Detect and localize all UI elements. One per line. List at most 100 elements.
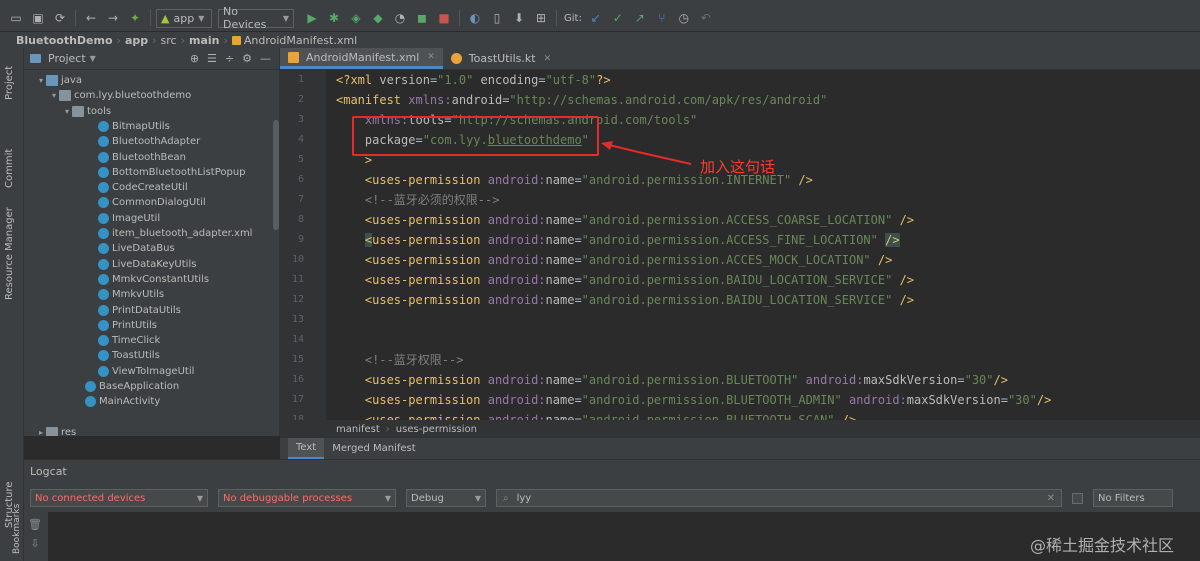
avd-manager-icon[interactable]: ▯ xyxy=(487,8,507,28)
tree-item[interactable] xyxy=(24,410,279,425)
git-push-icon[interactable]: ↗ xyxy=(630,8,650,28)
tree-item[interactable]: ImageUtil xyxy=(24,211,279,226)
sdk-manager-icon[interactable]: ⬇ xyxy=(509,8,529,28)
gradle-sync-icon[interactable]: ◐ xyxy=(465,8,485,28)
history-clock-icon[interactable]: ◷ xyxy=(674,8,694,28)
crumb-item[interactable]: manifest xyxy=(336,424,380,435)
tree-item[interactable]: PrintDataUtils xyxy=(24,303,279,318)
tree-item[interactable]: TimeClick xyxy=(24,333,279,348)
git-commit-icon[interactable]: ✓ xyxy=(608,8,628,28)
rollback-icon[interactable]: ↶ xyxy=(696,8,716,28)
tree-item[interactable]: ▾ java xyxy=(24,73,279,88)
tab-android-manifest[interactable]: AndroidManifest.xml ✕ xyxy=(280,48,443,69)
clear-icon[interactable]: ✕ xyxy=(1047,493,1055,504)
debug-icon[interactable]: ✱ xyxy=(324,8,344,28)
log-level-dropdown[interactable]: Debug ▼ xyxy=(406,489,486,507)
tab-merged-manifest[interactable]: Merged Manifest xyxy=(324,438,423,459)
filters-dropdown[interactable]: No Filters xyxy=(1093,489,1173,507)
tree-item[interactable]: LiveDataKeyUtils xyxy=(24,257,279,272)
tree-item[interactable]: BluetoothBean xyxy=(24,150,279,165)
back-arrow-icon[interactable]: ← xyxy=(81,8,101,28)
code-line[interactable]: <uses-permission android:name="android.p… xyxy=(336,230,900,250)
tree-item[interactable]: ▾ com.lyy.bluetoothdemo xyxy=(24,88,279,103)
code-line[interactable]: <!--蓝牙权限--> xyxy=(336,350,464,370)
build-hammer-icon[interactable]: ✦ xyxy=(125,8,145,28)
code-line[interactable]: <uses-permission android:name="android.p… xyxy=(336,270,914,290)
sync-icon[interactable]: ⟳ xyxy=(50,8,70,28)
expand-arrow-icon[interactable]: ▾ xyxy=(49,91,59,100)
coverage-icon[interactable]: ◈ xyxy=(346,8,366,28)
code-line[interactable]: <uses-permission android:name="android.p… xyxy=(336,390,1051,410)
run-icon[interactable]: ▶ xyxy=(302,8,322,28)
expand-arrow-icon[interactable]: ▾ xyxy=(36,76,46,85)
breadcrumb-item[interactable]: app xyxy=(125,34,152,47)
git-branch-icon[interactable]: ⑂ xyxy=(652,8,672,28)
code-line[interactable]: <uses-permission android:name="android.p… xyxy=(336,250,892,270)
run-config-selector[interactable]: ▲ app ▼ xyxy=(156,8,212,28)
git-update-icon[interactable]: ↙ xyxy=(586,8,606,28)
process-dropdown[interactable]: No debuggable processes ▼ xyxy=(218,489,396,507)
tool-tab-resource-manager[interactable]: Resource Manager xyxy=(4,207,15,300)
chevron-down-icon[interactable]: ▼ xyxy=(90,54,96,63)
project-panel-title[interactable]: Project xyxy=(48,52,86,65)
tree-item[interactable]: BluetoothAdapter xyxy=(24,134,279,149)
tree-item[interactable]: ToastUtils xyxy=(24,348,279,363)
code-line[interactable]: <uses-permission android:name="android.p… xyxy=(336,410,856,420)
tree-item[interactable]: ▸ res xyxy=(24,425,279,436)
tab-text[interactable]: Text xyxy=(288,438,325,459)
tree-item[interactable]: BaseApplication xyxy=(24,379,279,394)
tree-item[interactable]: CodeCreateUtil xyxy=(24,180,279,195)
device-dropdown[interactable]: No connected devices ▼ xyxy=(30,489,208,507)
tree-item[interactable]: BottomBluetoothListPopup xyxy=(24,165,279,180)
save-icon[interactable]: ▣ xyxy=(28,8,48,28)
regex-checkbox[interactable] xyxy=(1072,492,1083,504)
code-line[interactable]: <uses-permission android:name="android.p… xyxy=(336,370,1008,390)
scroll-to-end-icon[interactable]: ⇩ xyxy=(30,537,39,550)
android-debug-icon[interactable]: ◆ xyxy=(368,8,388,28)
collapse-all-icon[interactable]: ☰ xyxy=(207,52,217,65)
breadcrumb-item[interactable]: AndroidManifest.xml xyxy=(244,34,361,47)
tree-item[interactable]: BitmapUtils xyxy=(24,119,279,134)
tool-tab-commit[interactable]: Commit xyxy=(4,149,15,188)
device-selector[interactable]: No Devices ▼ xyxy=(218,5,294,31)
close-icon[interactable]: ✕ xyxy=(427,52,435,62)
logcat-output[interactable] xyxy=(48,512,1200,561)
crumb-item[interactable]: uses-permission xyxy=(396,424,477,435)
stop-icon[interactable]: ■ xyxy=(434,8,454,28)
add-icon[interactable]: ⊕ xyxy=(190,52,199,65)
tree-item[interactable]: MainActivity xyxy=(24,394,279,409)
code-line[interactable]: <uses-permission android:name="android.p… xyxy=(336,290,914,310)
code-line[interactable]: <!--蓝牙必须的权限--> xyxy=(336,190,500,210)
gear-icon[interactable]: ⚙ xyxy=(242,52,252,65)
expand-arrow-icon[interactable]: ▾ xyxy=(62,107,72,116)
tree-scrollbar[interactable] xyxy=(273,120,279,230)
tree-item[interactable]: CommonDialogUtil xyxy=(24,195,279,210)
forward-arrow-icon[interactable]: → xyxy=(103,8,123,28)
tree-item[interactable]: ViewToImageUtil xyxy=(24,364,279,379)
tree-item[interactable]: ▾ tools xyxy=(24,104,279,119)
collapse-arrow-icon[interactable]: ▸ xyxy=(36,428,46,436)
tool-tab-project[interactable]: Project xyxy=(4,66,15,100)
breadcrumb-item[interactable]: BluetoothDemo xyxy=(16,34,117,47)
logcat-search-field[interactable]: ⌕ lyy ✕ xyxy=(496,489,1062,507)
code-line[interactable]: <uses-permission android:name="android.p… xyxy=(336,210,914,230)
tree-item[interactable]: MmkvConstantUtils xyxy=(24,272,279,287)
close-icon[interactable]: ✕ xyxy=(544,54,552,64)
minimize-icon[interactable]: — xyxy=(260,52,271,65)
tool-tab-bookmarks[interactable]: Bookmarks xyxy=(12,504,22,554)
trash-icon[interactable]: 🗑 xyxy=(28,518,42,531)
code-line[interactable]: <manifest xmlns:android="http://schemas.… xyxy=(336,90,827,110)
attach-debugger-icon[interactable]: ◼ xyxy=(412,8,432,28)
tree-item[interactable]: LiveDataBus xyxy=(24,241,279,256)
layout-inspector-icon[interactable]: ⊞ xyxy=(531,8,551,28)
tab-toast-utils[interactable]: ToastUtils.kt ✕ xyxy=(443,48,559,69)
profiler-icon[interactable]: ◔ xyxy=(390,8,410,28)
tree-item[interactable]: item_bluetooth_adapter.xml xyxy=(24,226,279,241)
breadcrumb-item[interactable]: main xyxy=(189,34,224,47)
breadcrumb-item[interactable]: src xyxy=(161,34,181,47)
tree-item[interactable]: MmkvUtils xyxy=(24,287,279,302)
tree-item[interactable]: PrintUtils xyxy=(24,318,279,333)
expand-all-icon[interactable]: ÷ xyxy=(225,52,234,65)
open-folder-icon[interactable]: ▭ xyxy=(6,8,26,28)
code-line[interactable]: <?xml version="1.0" encoding="utf-8"?> xyxy=(336,70,611,90)
